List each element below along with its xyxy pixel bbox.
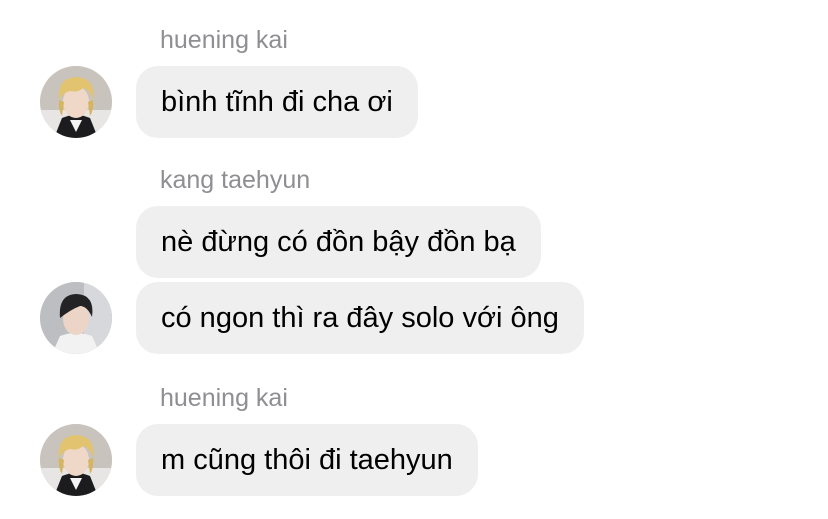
avatar[interactable] (40, 282, 112, 354)
blond-hair-avatar-icon (40, 66, 112, 138)
sender-name: kang taehyun (160, 166, 311, 194)
sender-name: huening kai (160, 384, 288, 412)
message-bubble[interactable]: có ngon thì ra đây solo với ông (136, 282, 584, 354)
message-bubble[interactable]: bình tĩnh đi cha ơi (136, 66, 418, 138)
blond-hair-avatar-icon (40, 424, 112, 496)
message-bubble[interactable]: m cũng thôi đi taehyun (136, 424, 478, 496)
avatar[interactable] (40, 66, 112, 138)
message-bubble[interactable]: nè đừng có đồn bậy đồn bạ (136, 206, 541, 278)
dark-hair-avatar-icon (40, 282, 112, 354)
avatar[interactable] (40, 424, 112, 496)
chat-thread: huening kai bình tĩnh đi cha ơi kang tae… (0, 0, 828, 519)
sender-name: huening kai (160, 26, 288, 54)
